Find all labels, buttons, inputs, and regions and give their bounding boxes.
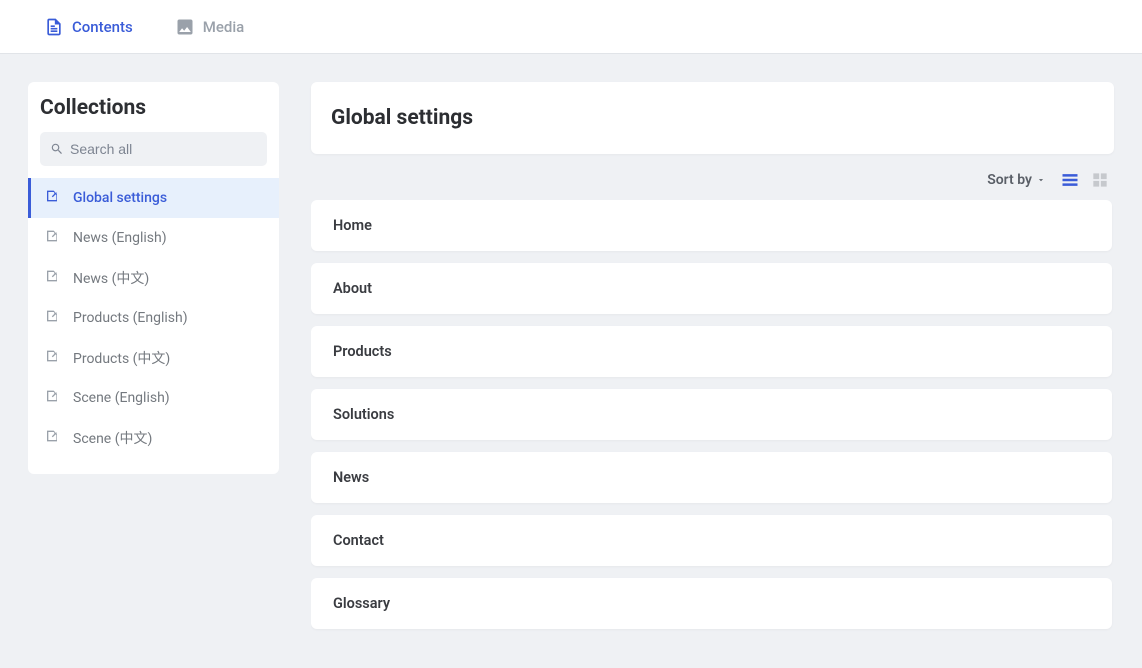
entry-title: Glossary [333, 595, 390, 612]
entry-list: Home About Products Solutions News Contact Glo… [311, 200, 1114, 640]
page-title: Global settings [331, 106, 1094, 130]
entry-title: Solutions [333, 406, 394, 423]
grid-icon [1090, 170, 1110, 190]
list-view-button[interactable] [1060, 170, 1080, 190]
document-icon [45, 228, 61, 248]
document-icon [45, 188, 61, 208]
sidebar-item[interactable]: Products (English) [28, 298, 279, 338]
entry-card[interactable]: Contact [311, 515, 1112, 566]
collections-list: Global settings News (English) News (中文) Pr… [28, 178, 279, 458]
document-icon [45, 348, 61, 368]
entry-title: About [333, 280, 372, 297]
sidebar-item[interactable]: Scene (English) [28, 378, 279, 418]
document-icon [45, 388, 61, 408]
entry-card[interactable]: About [311, 263, 1112, 314]
sidebar-item[interactable]: Products (中文) [28, 338, 279, 378]
sidebar-item-label: News (English) [73, 230, 167, 246]
entry-title: Home [333, 217, 372, 234]
search-box [40, 132, 267, 166]
entry-card[interactable]: Products [311, 326, 1112, 377]
entry-card[interactable]: News [311, 452, 1112, 503]
sidebar-item[interactable]: Global settings [28, 178, 279, 218]
entry-card[interactable]: Solutions [311, 389, 1112, 440]
tab-contents-label: Contents [72, 18, 133, 36]
sidebar-item-label: Scene (中文) [73, 428, 152, 448]
chevron-down-icon [1036, 175, 1046, 185]
image-icon [175, 17, 195, 37]
document-icon [45, 308, 61, 328]
tab-media[interactable]: Media [175, 17, 245, 37]
sidebar-item[interactable]: News (English) [28, 218, 279, 258]
view-toggle [1060, 170, 1110, 190]
sort-by-label: Sort by [987, 172, 1032, 188]
list-controls: Sort by [311, 154, 1114, 200]
sidebar-item-label: Global settings [73, 190, 167, 206]
file-text-icon [44, 17, 64, 37]
document-icon [45, 268, 61, 288]
entry-card[interactable]: Glossary [311, 578, 1112, 629]
topbar: Contents Media [0, 0, 1142, 54]
tab-media-label: Media [203, 18, 245, 36]
sort-by-dropdown[interactable]: Sort by [987, 172, 1046, 188]
main-column: Global settings Sort by Home About Product… [311, 82, 1114, 640]
entry-title: Products [333, 343, 392, 360]
sidebar-title: Collections [28, 94, 279, 132]
sidebar-item-label: Products (中文) [73, 348, 170, 368]
sidebar-item[interactable]: Scene (中文) [28, 418, 279, 458]
entry-title: Contact [333, 532, 384, 549]
grid-view-button[interactable] [1090, 170, 1110, 190]
document-icon [45, 428, 61, 448]
search-icon [50, 142, 64, 156]
sidebar-item-label: News (中文) [73, 268, 149, 288]
page-title-card: Global settings [311, 82, 1114, 154]
list-icon [1060, 170, 1080, 190]
sidebar: Collections Global settings News (English… [28, 82, 279, 474]
tab-contents[interactable]: Contents [44, 17, 133, 37]
entry-card[interactable]: Home [311, 200, 1112, 251]
search-input[interactable] [40, 132, 267, 166]
sidebar-item[interactable]: News (中文) [28, 258, 279, 298]
entry-title: News [333, 469, 369, 486]
sidebar-item-label: Scene (English) [73, 390, 170, 406]
sidebar-item-label: Products (English) [73, 310, 188, 326]
